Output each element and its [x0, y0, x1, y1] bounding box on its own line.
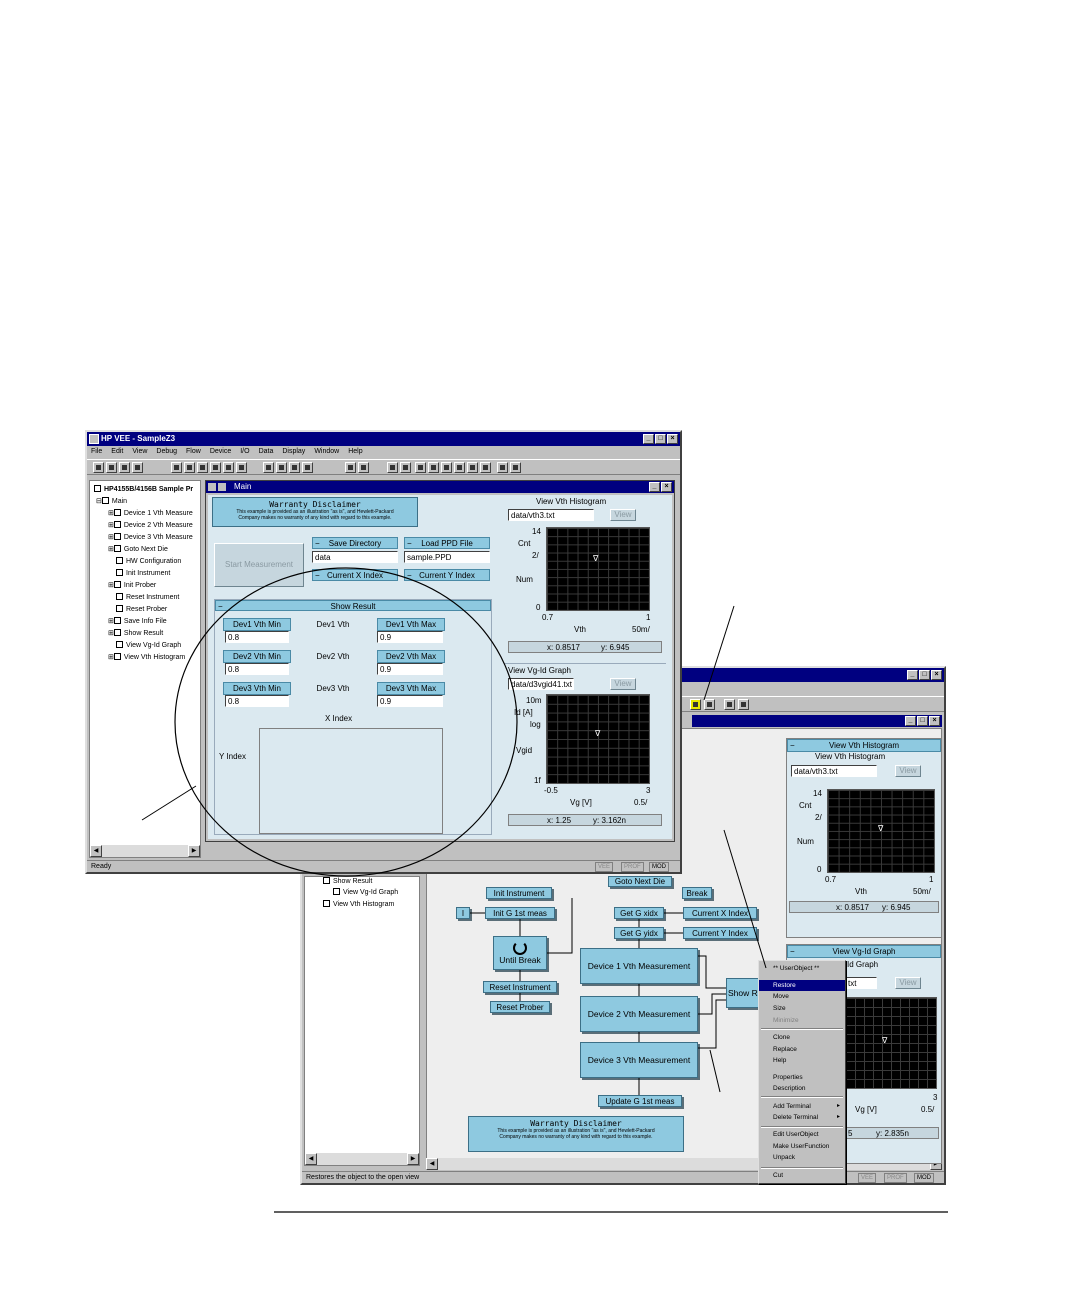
callout-line-menu [723, 829, 767, 969]
callout-line-node [709, 1049, 721, 1093]
annotation-overlay [141, 567, 948, 1213]
callout-ellipse [174, 567, 518, 877]
callout-line-toolbar [703, 605, 735, 701]
callout-line-left [141, 785, 197, 821]
